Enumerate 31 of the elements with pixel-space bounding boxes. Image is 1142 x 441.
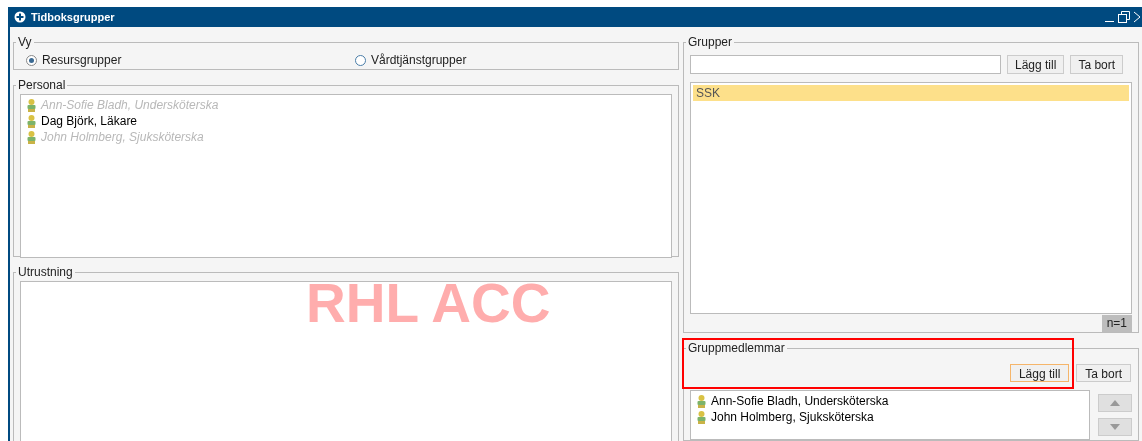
- person-icon: [27, 130, 36, 144]
- group-title: Grupper: [687, 34, 734, 51]
- window-title: Tidboksgrupper: [31, 9, 115, 25]
- group-row[interactable]: SSK: [693, 85, 1129, 101]
- radio-label: Resursgrupper: [42, 52, 122, 69]
- close-icon[interactable]: [1134, 11, 1140, 23]
- radio-label: Vårdtjänstgrupper: [371, 52, 467, 69]
- remove-button[interactable]: Ta bort: [1076, 364, 1131, 382]
- group-name-field[interactable]: [690, 55, 1001, 74]
- group-title: Gruppmedlemmar: [687, 340, 786, 357]
- add-button[interactable]: Lägg till: [1009, 364, 1070, 382]
- plus-circle-icon: [14, 11, 26, 23]
- count-label: n=1: [1101, 315, 1132, 332]
- group-title: Personal: [17, 77, 67, 94]
- person-icon: [27, 98, 36, 112]
- group-title: Utrustning: [17, 264, 74, 281]
- restore-icon[interactable]: [1118, 11, 1130, 23]
- list-item[interactable]: Dag Björk, Läkare: [41, 112, 138, 130]
- up-triangle-icon: [1110, 400, 1120, 406]
- group-title: Vy: [17, 34, 33, 51]
- remove-button[interactable]: Ta bort: [1070, 55, 1124, 74]
- radio-button[interactable]: [355, 54, 366, 66]
- person-icon: [27, 114, 36, 128]
- add-button[interactable]: Lägg till: [1007, 55, 1065, 74]
- radio-button[interactable]: [26, 54, 37, 66]
- person-icon: [697, 394, 706, 408]
- list-item[interactable]: Ann-Sofie Bladh, Undersköterska: [711, 392, 889, 410]
- list-item[interactable]: John Holmberg, Sjuksköterska: [711, 408, 874, 426]
- person-icon: [697, 410, 706, 424]
- down-triangle-icon: [1110, 424, 1120, 430]
- environment-label: RHL ACC: [306, 273, 551, 333]
